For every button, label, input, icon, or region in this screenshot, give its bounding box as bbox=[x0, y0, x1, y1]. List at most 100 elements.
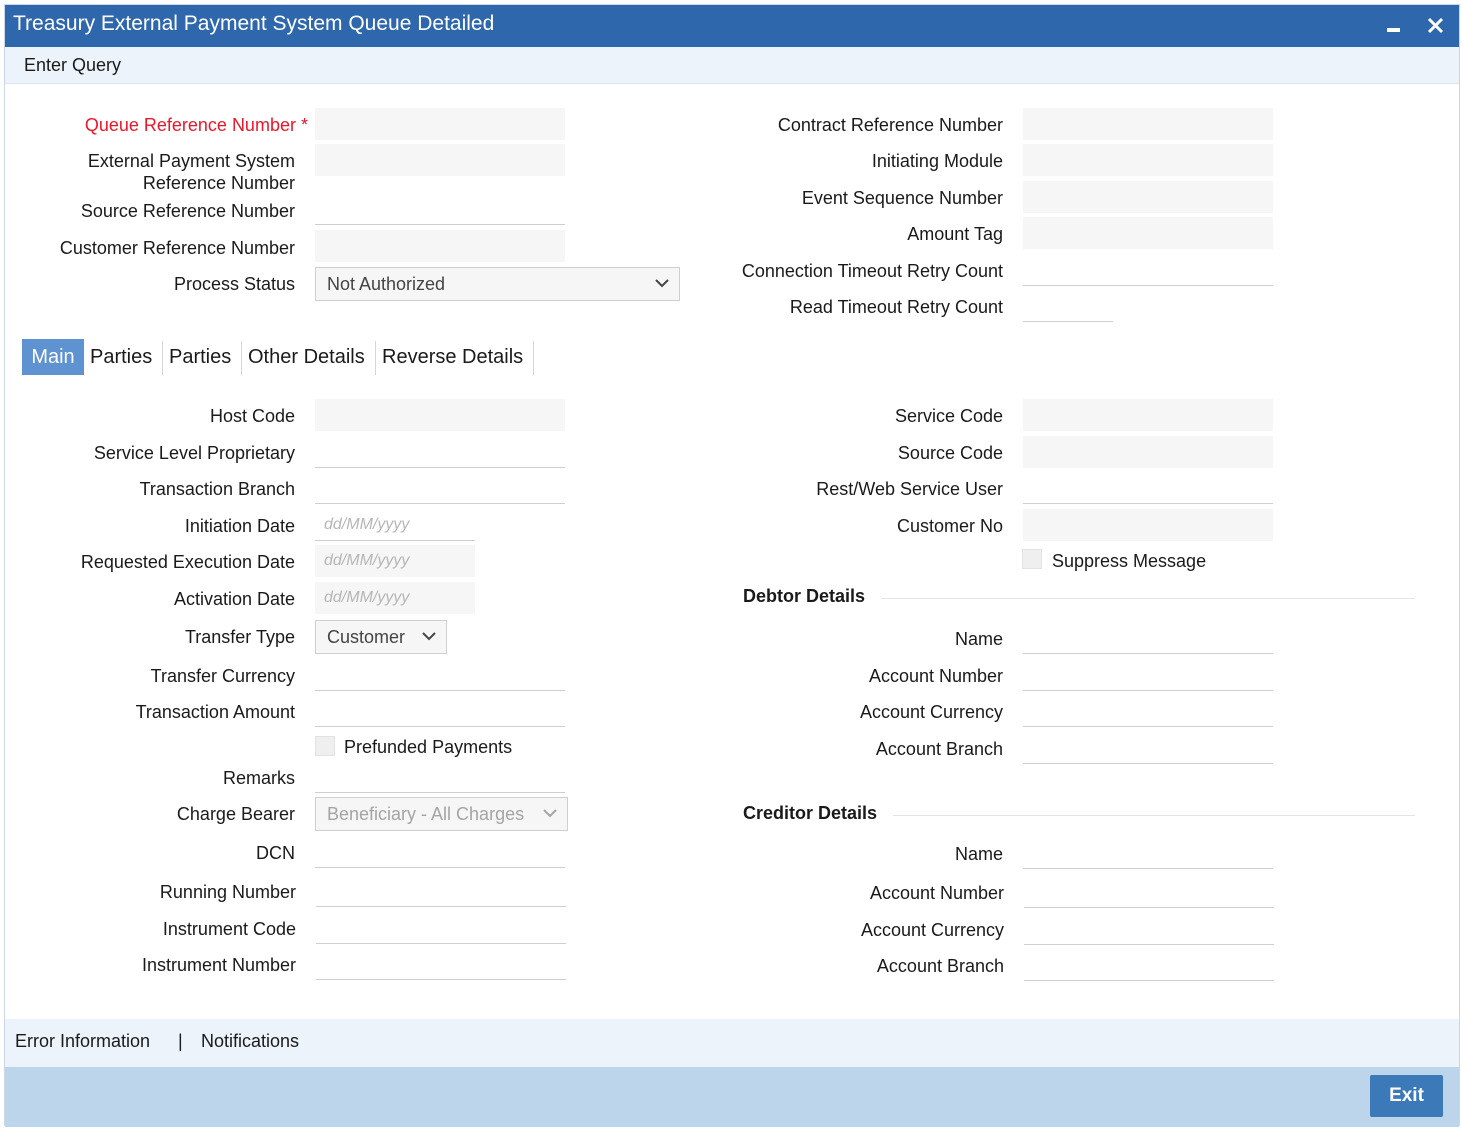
remarks-input[interactable] bbox=[315, 761, 565, 793]
creditor-account-currency-label: Account Currency bbox=[860, 920, 1004, 940]
enter-query-button[interactable]: Enter Query bbox=[24, 55, 121, 76]
source-ref-label: Source Reference Number bbox=[80, 201, 295, 221]
requested-exec-date-label: Requested Execution Date bbox=[80, 552, 295, 572]
transfer-currency-input[interactable] bbox=[315, 659, 565, 691]
creditor-account-number-input[interactable] bbox=[1024, 876, 1274, 908]
debtor-details-title: Debtor Details bbox=[743, 586, 866, 606]
creditor-account-branch-input[interactable] bbox=[1024, 949, 1274, 981]
source-code-label: Source Code bbox=[897, 443, 1003, 463]
creditor-details-title: Creditor Details bbox=[743, 803, 878, 823]
transfer-type-select[interactable]: Customer bbox=[315, 620, 447, 654]
debtor-account-branch-input[interactable] bbox=[1023, 732, 1273, 764]
chevron-down-icon bbox=[655, 279, 669, 288]
instrument-code-input[interactable] bbox=[316, 912, 566, 944]
ext-ref-label-line1: External Payment System bbox=[87, 151, 295, 171]
service-code-input[interactable] bbox=[1023, 399, 1273, 431]
activation-date-label: Activation Date bbox=[173, 589, 295, 609]
tab-parties-1[interactable]: Parties bbox=[90, 339, 152, 375]
notifications-link[interactable]: Notifications bbox=[201, 1031, 299, 1052]
exit-button[interactable]: Exit bbox=[1370, 1075, 1443, 1117]
chevron-down-icon bbox=[543, 809, 557, 818]
service-code-label: Service Code bbox=[894, 406, 1003, 426]
instrument-number-input[interactable] bbox=[316, 948, 566, 980]
contract-ref-input[interactable] bbox=[1023, 108, 1273, 140]
charge-bearer-select[interactable]: Beneficiary - All Charges bbox=[315, 797, 568, 831]
close-button[interactable] bbox=[1419, 9, 1451, 41]
initiation-date-input[interactable]: dd/MM/yyyy bbox=[315, 509, 475, 541]
chevron-down-icon bbox=[422, 632, 436, 641]
instrument-number-label: Instrument Number bbox=[141, 955, 296, 975]
transfer-currency-label: Transfer Currency bbox=[150, 666, 295, 686]
creditor-name-input[interactable] bbox=[1023, 837, 1273, 869]
debtor-account-branch-label: Account Branch bbox=[875, 739, 1003, 759]
rest-user-input[interactable] bbox=[1023, 472, 1273, 504]
customer-ref-label: Customer Reference Number bbox=[59, 238, 295, 258]
error-information-link[interactable]: Error Information bbox=[15, 1031, 150, 1052]
initiating-module-input[interactable] bbox=[1023, 144, 1273, 176]
customer-ref-input[interactable] bbox=[315, 230, 565, 262]
queue-ref-input[interactable] bbox=[315, 108, 565, 140]
host-code-label: Host Code bbox=[209, 406, 295, 426]
amount-tag-input[interactable] bbox=[1023, 217, 1273, 249]
debtor-account-number-input[interactable] bbox=[1023, 659, 1273, 691]
prefunded-label: Prefunded Payments bbox=[344, 737, 513, 757]
prefunded-checkbox[interactable] bbox=[315, 736, 335, 756]
process-status-value: Not Authorized bbox=[327, 274, 446, 294]
charge-bearer-label: Charge Bearer bbox=[176, 804, 295, 824]
source-ref-input[interactable] bbox=[315, 193, 565, 225]
charge-bearer-value: Beneficiary - All Charges bbox=[327, 804, 525, 824]
footer-separator: | bbox=[178, 1031, 183, 1051]
footer-links: Error Information | Notifications bbox=[5, 1019, 1459, 1067]
minimize-button[interactable] bbox=[1377, 9, 1409, 41]
dcn-input[interactable] bbox=[315, 836, 565, 868]
transfer-type-value: Customer bbox=[327, 627, 406, 647]
process-status-label: Process Status bbox=[173, 274, 295, 294]
conn-timeout-input[interactable] bbox=[1023, 254, 1273, 286]
rest-user-label: Rest/Web Service User bbox=[816, 479, 1003, 499]
event-seq-label: Event Sequence Number bbox=[801, 188, 1003, 208]
event-seq-input[interactable] bbox=[1023, 181, 1273, 213]
debtor-account-number-label: Account Number bbox=[868, 666, 1003, 686]
ext-ref-label: External Payment System Reference Number bbox=[88, 150, 295, 194]
queue-ref-label-text: Queue Reference Number bbox=[84, 115, 296, 135]
creditor-account-currency-input[interactable] bbox=[1024, 913, 1274, 945]
activation-date-input[interactable]: dd/MM/yyyy bbox=[315, 582, 475, 614]
transaction-amount-input[interactable] bbox=[315, 695, 565, 727]
initiation-date-label: Initiation Date bbox=[184, 516, 295, 536]
process-status-select[interactable]: Not Authorized bbox=[315, 267, 680, 301]
tab-separator bbox=[241, 341, 242, 375]
host-code-input[interactable] bbox=[315, 399, 565, 431]
initiating-module-label: Initiating Module bbox=[871, 151, 1003, 171]
ext-ref-input[interactable] bbox=[315, 144, 565, 176]
transfer-type-label: Transfer Type bbox=[184, 627, 295, 647]
source-code-input[interactable] bbox=[1023, 436, 1273, 468]
debtor-name-input[interactable] bbox=[1023, 622, 1273, 654]
tab-parties-2[interactable]: Parties bbox=[169, 339, 231, 375]
title-bar: Treasury External Payment System Queue D… bbox=[5, 5, 1459, 47]
section-divider bbox=[893, 815, 1415, 816]
creditor-name-label: Name bbox=[954, 844, 1003, 864]
creditor-account-branch-label: Account Branch bbox=[876, 956, 1004, 976]
tab-separator bbox=[162, 341, 163, 375]
tab-reverse-details[interactable]: Reverse Details bbox=[382, 339, 523, 375]
read-timeout-label: Read Timeout Retry Count bbox=[789, 297, 1003, 317]
minimize-icon bbox=[1387, 28, 1400, 32]
transaction-branch-input[interactable] bbox=[315, 472, 565, 504]
read-timeout-input[interactable] bbox=[1023, 290, 1113, 322]
tab-main[interactable]: Main bbox=[22, 339, 84, 375]
tab-other-details[interactable]: Other Details bbox=[248, 339, 365, 375]
service-level-input[interactable] bbox=[315, 436, 565, 468]
creditor-account-number-label: Account Number bbox=[869, 883, 1004, 903]
suppress-message-checkbox[interactable] bbox=[1022, 549, 1042, 569]
customer-no-input[interactable] bbox=[1023, 509, 1273, 541]
close-icon bbox=[1427, 17, 1444, 34]
service-level-label: Service Level Proprietary bbox=[93, 443, 295, 463]
debtor-name-label: Name bbox=[954, 629, 1003, 649]
debtor-account-currency-input[interactable] bbox=[1023, 695, 1273, 727]
requested-exec-date-input[interactable]: dd/MM/yyyy bbox=[315, 545, 475, 577]
window-title: Treasury External Payment System Queue D… bbox=[13, 12, 495, 35]
tab-separator bbox=[533, 341, 534, 375]
running-number-input[interactable] bbox=[316, 875, 566, 907]
main-window: Treasury External Payment System Queue D… bbox=[4, 4, 1460, 1127]
transaction-amount-label: Transaction Amount bbox=[135, 702, 295, 722]
